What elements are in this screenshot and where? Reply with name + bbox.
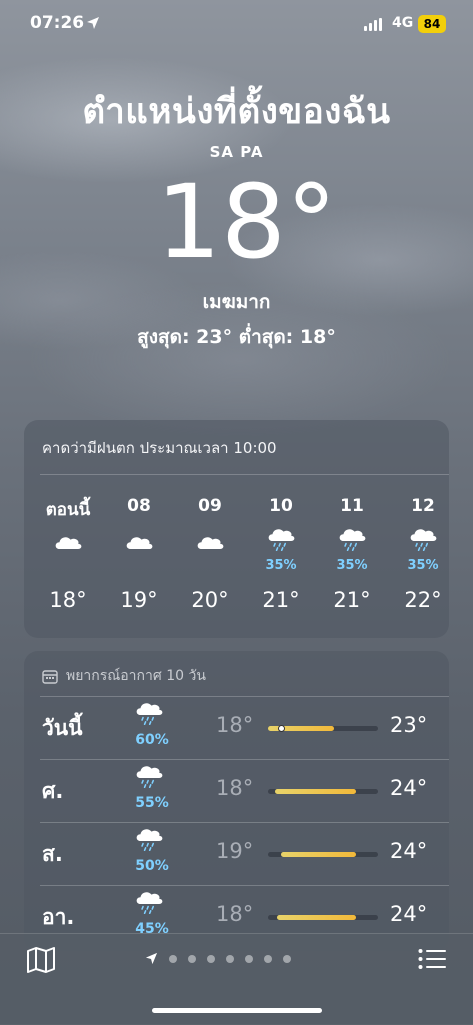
current-location-icon	[145, 952, 158, 965]
hour-icon-slot	[251, 520, 311, 566]
temperature-range-bar	[268, 915, 378, 920]
hour-icon-slot	[109, 520, 169, 566]
page-dots	[169, 954, 291, 963]
status-time: 07:26	[30, 13, 85, 33]
battery-level: 84	[423, 17, 441, 31]
temperature-range-bar	[268, 789, 378, 794]
divider	[40, 759, 449, 760]
hour-temperature: 21°	[262, 588, 300, 612]
hourly-item: 10 35% 21°	[251, 496, 311, 612]
precip-probability: 60%	[135, 732, 169, 748]
rain-cloud-icon	[268, 529, 295, 552]
hour-label: 12	[411, 496, 435, 516]
daily-row[interactable]: วันนี้ 60% 18° 23°	[24, 696, 449, 758]
temperature-range-fill	[274, 789, 356, 794]
page-dot[interactable]	[169, 954, 177, 963]
high-low-text: สูงสุด: 23° ต่ำสุด: 18°	[137, 326, 336, 348]
divider	[40, 474, 449, 475]
cloud-icon	[126, 537, 153, 549]
hour-icon-slot	[393, 520, 453, 566]
day-name: วันนี้	[42, 716, 83, 740]
hour-icon-slot	[180, 520, 240, 566]
hour-label: 09	[198, 496, 222, 516]
low-temperature: 18°	[216, 713, 254, 737]
daily-header: พยากรณ์อากาศ 10 วัน	[42, 665, 206, 687]
hour-icon-slot	[322, 520, 382, 566]
temperature-range-bar	[268, 725, 378, 732]
high-temperature: 24°	[390, 902, 428, 926]
rain-cloud-icon	[136, 703, 163, 726]
page-dot[interactable]	[188, 954, 196, 963]
page-indicator[interactable]	[145, 952, 291, 965]
high-temperature: 23°	[390, 713, 428, 737]
map-icon[interactable]	[26, 947, 56, 973]
cellular-signal-icon	[364, 18, 382, 31]
daily-row[interactable]: ส. 50% 19° 24°	[24, 822, 449, 884]
temperature-range-bar	[268, 852, 378, 857]
day-icon-slot	[132, 887, 172, 917]
hourly-item: 11 35% 21°	[322, 496, 382, 612]
hourly-summary: คาดว่ามีฝนตก ประมาณเวลา 10:00	[42, 439, 277, 457]
rain-cloud-icon	[136, 766, 163, 789]
hour-icon-slot	[38, 520, 98, 566]
day-icon-slot	[132, 824, 172, 854]
hour-temperature: 19°	[120, 588, 158, 612]
daily-title: พยากรณ์อากาศ 10 วัน	[66, 668, 206, 684]
list-icon[interactable]	[418, 948, 446, 970]
day-name: ศ.	[42, 779, 64, 803]
temperature-range-fill	[276, 915, 356, 920]
home-indicator	[152, 1008, 322, 1013]
hour-label: 11	[340, 496, 364, 516]
hour-temperature: 21°	[333, 588, 371, 612]
temperature-range-fill	[281, 852, 356, 857]
battery-icon: 84	[418, 15, 446, 33]
hour-label: 10	[269, 496, 293, 516]
precip-probability: 50%	[135, 858, 169, 874]
hour-temperature: 20°	[191, 588, 229, 612]
page-dot[interactable]	[226, 954, 234, 963]
high-temperature: 24°	[390, 776, 428, 800]
divider	[40, 822, 449, 823]
hour-label: 08	[127, 496, 151, 516]
low-temperature: 18°	[216, 902, 254, 926]
rain-cloud-icon	[136, 892, 163, 915]
location-title: ตำแหน่งที่ตั้งของฉัน	[82, 92, 391, 132]
day-icon-slot	[132, 698, 172, 728]
hour-temperature: 22°	[404, 588, 442, 612]
day-name: อา.	[42, 905, 75, 929]
day-name: ส.	[42, 842, 63, 866]
daily-forecast-card[interactable]: พยากรณ์อากาศ 10 วัน วันนี้ 60% 18° 23° ศ. 55%…	[24, 651, 449, 951]
hour-label: ตอนนี้	[45, 500, 91, 520]
rain-cloud-icon	[410, 529, 437, 552]
condition-text: เมฆมาก	[202, 291, 271, 313]
daily-row[interactable]: ศ. 55% 18° 24°	[24, 759, 449, 821]
network-type: 4G	[392, 15, 414, 31]
cloud-icon	[55, 537, 82, 549]
hourly-item: ตอนนี้ 18°	[38, 496, 98, 612]
current-temperature: 18°	[156, 163, 337, 282]
low-temperature: 18°	[216, 776, 254, 800]
rain-cloud-icon	[136, 829, 163, 852]
hourly-item: 08 19°	[109, 496, 169, 612]
page-dot[interactable]	[207, 954, 215, 963]
rain-cloud-icon	[339, 529, 366, 552]
page-dot[interactable]	[245, 954, 253, 963]
page-dot[interactable]	[264, 954, 272, 963]
calendar-icon	[42, 669, 58, 684]
low-temperature: 19°	[216, 839, 254, 863]
precip-probability: 55%	[135, 795, 169, 811]
divider	[40, 696, 449, 697]
hourly-item: 12 35% 22°	[393, 496, 453, 612]
divider	[40, 885, 449, 886]
cloud-icon	[197, 537, 224, 549]
page-dot[interactable]	[283, 954, 291, 963]
high-temperature: 24°	[390, 839, 428, 863]
hourly-item: 09 20°	[180, 496, 240, 612]
day-icon-slot	[132, 761, 172, 791]
location-arrow-icon	[87, 17, 99, 29]
hour-temperature: 18°	[49, 588, 87, 612]
hourly-forecast-card[interactable]: คาดว่ามีฝนตก ประมาณเวลา 10:00 ตอนนี้ 18° 0…	[24, 420, 449, 638]
